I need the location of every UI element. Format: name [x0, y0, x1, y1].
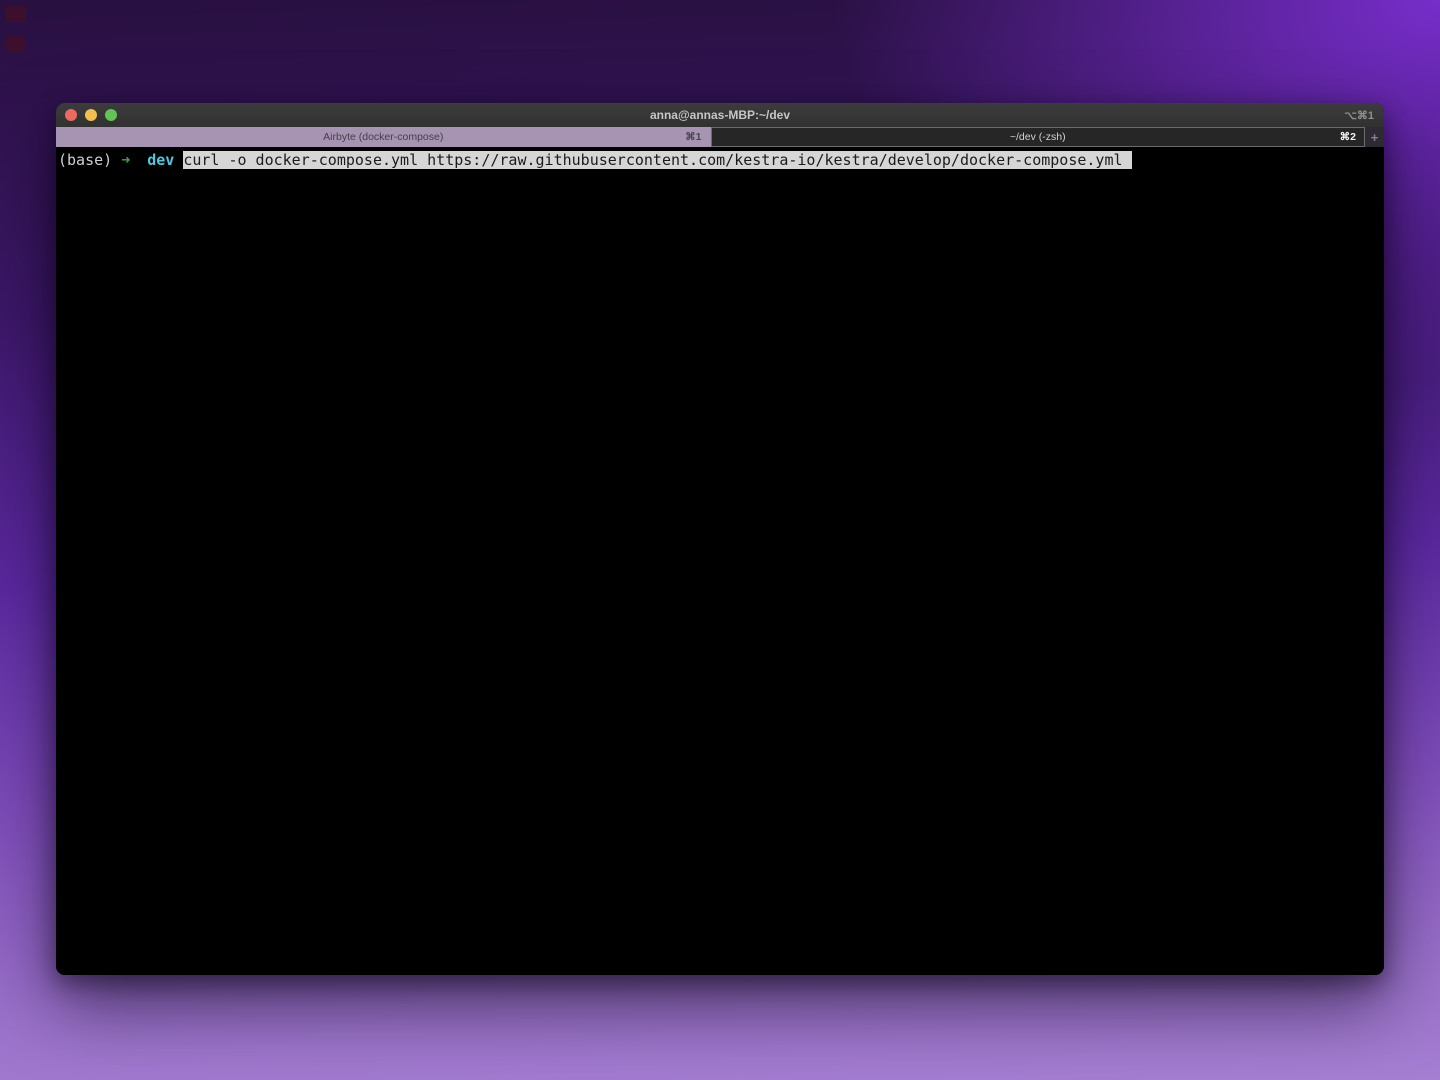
tab-dev-zsh[interactable]: ~/dev (-zsh) ⌘2 [711, 127, 1366, 147]
minimize-button[interactable] [85, 109, 97, 121]
wallpaper-artifact [6, 36, 26, 52]
prompt-arrow: ➜ [121, 151, 130, 169]
tab-airbyte-docker-compose[interactable]: Airbyte (docker-compose) ⌘1 [56, 127, 711, 147]
new-tab-button[interactable]: + [1365, 127, 1384, 147]
conda-env-label: (base) [58, 151, 112, 169]
tab-shortcut-label: ⌘2 [1340, 131, 1356, 143]
window-title: anna@annas-MBP:~/dev [56, 108, 1384, 122]
prompt-line: (base) ➜ dev curl -o docker-compose.yml htt… [58, 150, 1382, 171]
tab-shortcut-label: ⌘1 [685, 131, 701, 143]
close-button[interactable] [65, 109, 77, 121]
window-shortcut-label: ⌥⌘1 [1344, 109, 1384, 122]
terminal-window: anna@annas-MBP:~/dev ⌥⌘1 Airbyte (docker… [56, 103, 1384, 975]
selected-command-text: curl -o docker-compose.yml https://raw.g… [183, 151, 1131, 169]
terminal-content[interactable]: (base) ➜ dev curl -o docker-compose.yml htt… [56, 147, 1384, 975]
tab-label: Airbyte (docker-compose) [323, 131, 443, 143]
tab-bar: Airbyte (docker-compose) ⌘1 ~/dev (-zsh)… [56, 127, 1384, 147]
window-titlebar[interactable]: anna@annas-MBP:~/dev ⌥⌘1 [56, 103, 1384, 127]
wallpaper-artifact [6, 6, 26, 22]
traffic-lights [56, 109, 117, 121]
zoom-button[interactable] [105, 109, 117, 121]
prompt-cwd: dev [147, 151, 174, 169]
tab-label: ~/dev (-zsh) [1010, 131, 1066, 143]
